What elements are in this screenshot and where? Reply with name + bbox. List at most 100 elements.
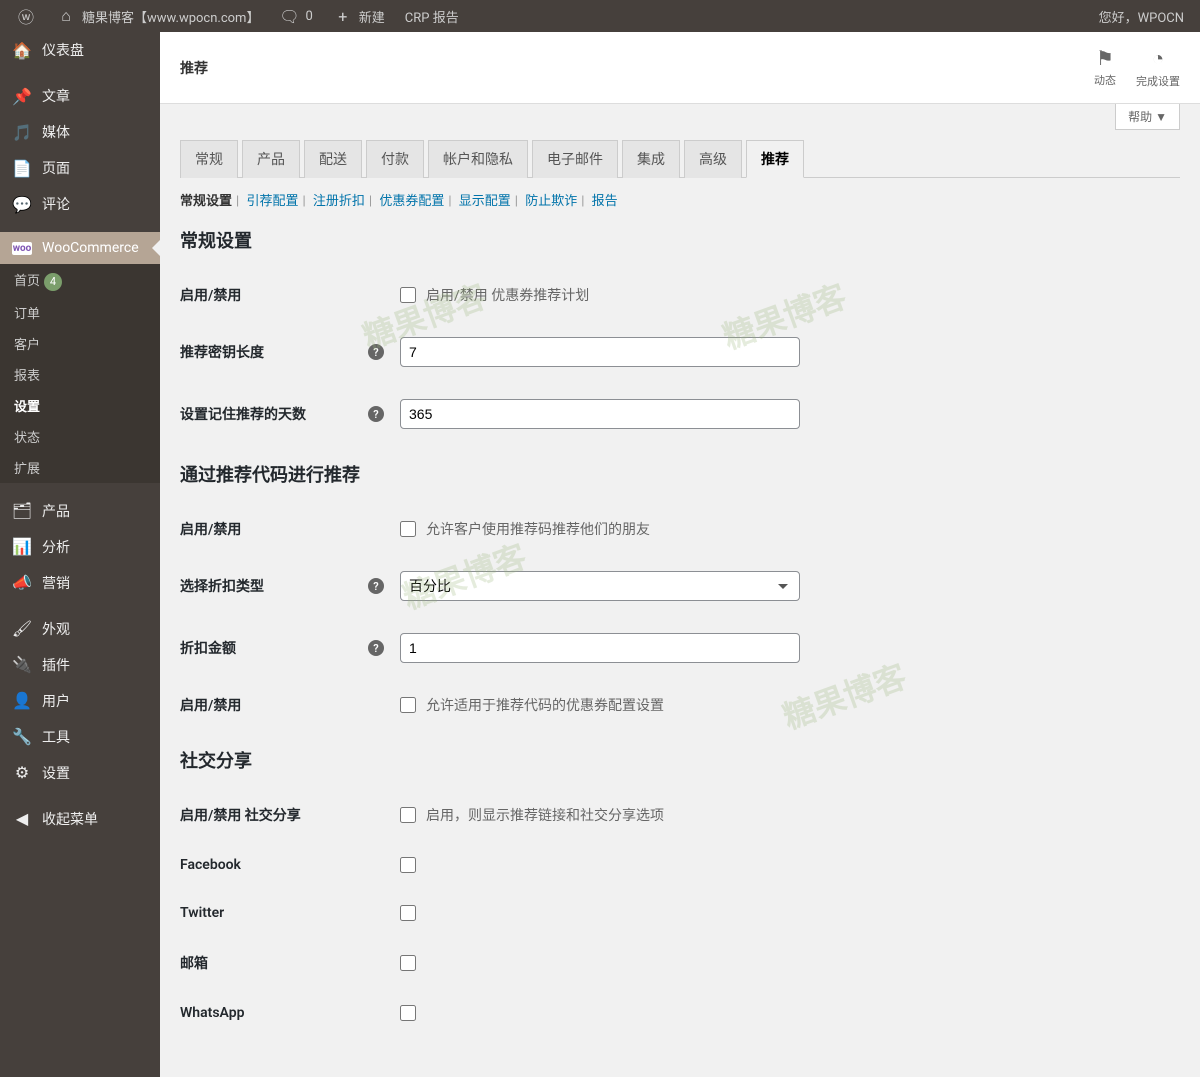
sidebar-item-comments[interactable]: 💬评论 <box>0 186 160 222</box>
enable-code-checkbox[interactable] <box>400 521 416 537</box>
help-tip-icon[interactable]: ? <box>368 640 384 656</box>
sidebar-item-tools[interactable]: 🔧工具 <box>0 719 160 755</box>
key-length-input[interactable] <box>400 337 800 367</box>
remember-days-input[interactable] <box>400 399 800 429</box>
sidebar-item-label: 设置 <box>42 763 70 783</box>
sidebar-sub-settings[interactable]: 设置 <box>0 390 160 421</box>
discount-type-select[interactable]: 百分比 <box>400 571 800 601</box>
crp-report-link[interactable]: CRP 报告 <box>397 0 467 32</box>
sidebar-item-collapse[interactable]: ◀收起菜单 <box>0 801 160 837</box>
sidebar-item-marketing[interactable]: 📣 营销 <box>0 565 160 601</box>
sidebar-sub-status[interactable]: 状态 <box>0 421 160 452</box>
page-icon: 📄 <box>12 159 32 178</box>
sublink-report[interactable]: 报告 <box>592 194 618 209</box>
enable-plan-checkbox[interactable] <box>400 287 416 303</box>
help-tip-icon[interactable]: ? <box>368 406 384 422</box>
field-enable-social: 启用/禁用 社交分享 启用，则显示推荐链接和社交分享选项 <box>180 789 1180 841</box>
help-tip-icon[interactable]: ? <box>368 344 384 360</box>
sidebar-item-pages[interactable]: 📄页面 <box>0 150 160 186</box>
sublink-display-config[interactable]: 显示配置 <box>459 194 511 209</box>
megaphone-icon: 📣 <box>12 573 32 592</box>
enable-coupon-checkbox[interactable] <box>400 697 416 713</box>
tab-integration[interactable]: 集成 <box>622 140 680 178</box>
home-icon: ⌂ <box>56 6 76 26</box>
sidebar-item-label: 外观 <box>42 619 70 639</box>
sidebar-item-label: 分析 <box>42 537 70 557</box>
plugin-icon: 🔌 <box>12 655 32 674</box>
page-title: 推荐 <box>180 58 208 78</box>
field-enable-code: 启用/禁用 允许客户使用推荐码推荐他们的朋友 <box>180 503 1180 555</box>
sidebar-item-appearance[interactable]: 🖌 外观 <box>0 611 160 647</box>
tab-accounts[interactable]: 帐户和隐私 <box>428 140 528 178</box>
tab-advanced[interactable]: 高级 <box>684 140 742 178</box>
sliders-icon: ⚙ <box>12 763 32 782</box>
enable-social-desc: 启用，则显示推荐链接和社交分享选项 <box>426 805 664 825</box>
whatsapp-checkbox[interactable] <box>400 1005 416 1021</box>
sidebar-item-media[interactable]: 🎵媒体 <box>0 114 160 150</box>
sidebar-item-posts[interactable]: 📌文章 <box>0 78 160 114</box>
sidebar-sub-extensions[interactable]: 扩展 <box>0 452 160 483</box>
crp-label: CRP 报告 <box>405 7 459 26</box>
twitter-checkbox[interactable] <box>400 905 416 921</box>
section-title-general: 常规设置 <box>180 227 1180 253</box>
sidebar-sub-reports[interactable]: 报表 <box>0 359 160 390</box>
help-tab[interactable]: 帮助 ▼ <box>1115 104 1180 130</box>
sidebar-item-settings[interactable]: ⚙ 设置 <box>0 755 160 791</box>
sidebar-sub-label: 报表 <box>14 369 40 384</box>
discount-amount-input[interactable] <box>400 633 800 663</box>
sublink-coupon-config[interactable]: 优惠券配置 <box>379 194 444 209</box>
tab-payments[interactable]: 付款 <box>366 140 424 178</box>
sidebar-sub-customers[interactable]: 客户 <box>0 328 160 359</box>
main-content: 推荐 ⚑ 动态 ◔完成设置 帮助 ▼ 常规 产品 配送 付款 帐户和隐私 电子邮件… <box>160 32 1200 1077</box>
section-title-refer-code: 通过推荐代码进行推荐 <box>180 461 1180 487</box>
flag-icon: ⚑ <box>1094 46 1116 70</box>
site-name-label: 糖果博客【www.wpocn.com】 <box>82 7 259 26</box>
sidebar-item-users[interactable]: 👤用户 <box>0 683 160 719</box>
field-email: 邮箱 <box>180 937 1180 989</box>
activity-label: 动态 <box>1094 74 1116 87</box>
field-discount-amount: 折扣金额? <box>180 617 1180 679</box>
sidebar-sub-label: 扩展 <box>14 462 40 477</box>
activity-button[interactable]: ⚑ 动态 <box>1094 46 1116 89</box>
sublink-referral-config[interactable]: 引荐配置 <box>246 194 298 209</box>
enable-code-desc: 允许客户使用推荐码推荐他们的朋友 <box>426 519 650 539</box>
admin-sidebar: 🏠仪表盘 📌文章 🎵媒体 📄页面 💬评论 wooWooCommerce 首页4 … <box>0 32 160 1077</box>
enable-social-checkbox[interactable] <box>400 807 416 823</box>
facebook-checkbox[interactable] <box>400 857 416 873</box>
finish-setup-label: 完成设置 <box>1136 75 1180 88</box>
new-content-link[interactable]: + 新建 <box>325 0 393 32</box>
sidebar-item-label: 产品 <box>42 501 70 521</box>
sublink-fraud-prevent[interactable]: 防止欺诈 <box>525 194 577 209</box>
help-tip-icon[interactable]: ? <box>368 578 384 594</box>
sidebar-item-analytics[interactable]: 📊 分析 <box>0 529 160 565</box>
sidebar-item-label: WooCommerce <box>42 240 139 256</box>
comments-link[interactable]: 🗨0 <box>271 0 320 32</box>
finish-setup-button[interactable]: ◔完成设置 <box>1136 46 1180 89</box>
sidebar-item-plugins[interactable]: 🔌插件 <box>0 647 160 683</box>
sidebar-item-dashboard[interactable]: 🏠仪表盘 <box>0 32 160 68</box>
update-badge: 4 <box>44 273 62 291</box>
tab-general[interactable]: 常规 <box>180 140 238 178</box>
admin-greeting[interactable]: 您好，WPOCN <box>1099 7 1192 26</box>
sidebar-item-products[interactable]: 🗂产品 <box>0 493 160 529</box>
sidebar-item-label: 文章 <box>42 86 70 106</box>
sidebar-item-woocommerce[interactable]: wooWooCommerce <box>0 232 160 264</box>
tab-referral[interactable]: 推荐 <box>746 140 804 178</box>
wp-logo[interactable]: ⓦ <box>8 0 44 32</box>
sidebar-item-label: 营销 <box>42 573 70 593</box>
site-name-link[interactable]: ⌂ 糖果博客【www.wpocn.com】 <box>48 0 267 32</box>
sublink-general[interactable]: 常规设置 <box>180 194 232 209</box>
new-label: 新建 <box>359 7 385 26</box>
email-checkbox[interactable] <box>400 955 416 971</box>
analytics-icon: 📊 <box>12 537 32 556</box>
sidebar-sub-label: 订单 <box>14 307 40 322</box>
tab-products[interactable]: 产品 <box>242 140 300 178</box>
sidebar-sub-orders[interactable]: 订单 <box>0 297 160 328</box>
sidebar-sub-woo-home[interactable]: 首页4 <box>0 264 160 297</box>
tab-shipping[interactable]: 配送 <box>304 140 362 178</box>
sublink-signup-discount[interactable]: 注册折扣 <box>313 194 365 209</box>
plus-icon: + <box>333 7 353 26</box>
section-title-social: 社交分享 <box>180 747 1180 773</box>
brush-icon: 🖌 <box>12 619 32 638</box>
tab-emails[interactable]: 电子邮件 <box>532 140 618 178</box>
